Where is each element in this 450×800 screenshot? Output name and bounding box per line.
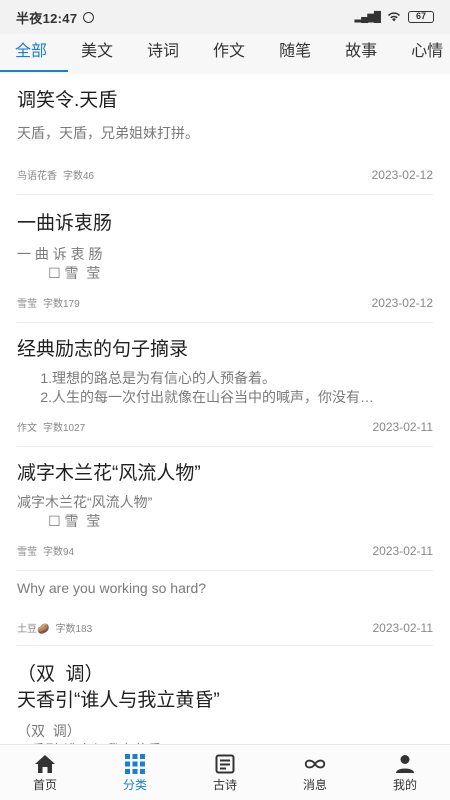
tab-poetry[interactable]: 诗词 <box>130 34 196 74</box>
alarm-icon <box>83 11 95 23</box>
article-word-count: 字数183 <box>55 624 93 635</box>
article-author[interactable]: 作文 <box>17 419 37 434</box>
tab-composition[interactable]: 作文 <box>196 34 262 74</box>
tab-mood[interactable]: 心情 <box>394 34 450 74</box>
article-author[interactable]: 鸟语花香 <box>17 167 57 182</box>
grid-icon <box>123 753 147 775</box>
article-date: 2023-02-11 <box>372 543 434 558</box>
bottom-navigation: 首页 分类 古诗 消息 我的 <box>0 744 450 800</box>
list-item[interactable]: 减字木兰花“风流人物” 减字木兰花“风流人物” ☐ 雪 莹 雪莹 字数94 20… <box>17 447 433 571</box>
article-title: 一曲诉衷肠 <box>17 213 113 234</box>
article-title: 经典励志的句子摘录 <box>17 339 189 360</box>
article-author[interactable]: 土豆🥔 <box>17 620 49 635</box>
wifi-icon <box>386 10 402 25</box>
article-meta: 雪莹 字数179 2023-02-12 <box>17 295 433 322</box>
status-time: 半夜12:47 <box>16 10 78 26</box>
article-excerpt: 一 曲 诉 衷 肠 ☐ 雪 莹 <box>17 246 103 281</box>
tab-all[interactable]: 全部 <box>0 34 69 74</box>
article-word-count: 字数179 <box>43 299 80 310</box>
article-date: 2023-02-11 <box>372 620 434 635</box>
nav-messages[interactable]: 消息 <box>270 745 360 800</box>
nav-label: 古诗 <box>212 778 237 792</box>
article-date: 2023-02-12 <box>371 295 433 310</box>
article-title: 减字木兰花“风流人物” <box>17 463 201 484</box>
article-excerpt: Why are you working so hard? <box>17 580 207 596</box>
nav-label: 消息 <box>302 778 327 792</box>
user-icon <box>393 753 417 775</box>
status-bar: 半夜12:47 ▂▄▆█ 67 <box>0 0 450 34</box>
article-excerpt: 天盾，天盾，兄弟姐妹打拼。 <box>17 125 199 141</box>
article-list: 调笑令.天盾 天盾，天盾，兄弟姐妹打拼。 鸟语花香 字数46 2023-02-1… <box>0 74 450 744</box>
tab-prose[interactable]: 美文 <box>64 34 130 74</box>
article-excerpt: （双 调） 天香引“谁人与我立黄昏” <box>17 723 166 744</box>
list-item[interactable]: 一曲诉衷肠 一 曲 诉 衷 肠 ☐ 雪 莹 雪莹 字数179 2023-02-1… <box>17 195 433 323</box>
article-excerpt: 1.理想的路总是为有信心的人预备着。 2.人生的每一次付出就像在山谷当中的喊声，… <box>40 370 375 405</box>
nav-home[interactable]: 首页 <box>0 745 90 800</box>
list-item[interactable]: 调笑令.天盾 天盾，天盾，兄弟姐妹打拼。 鸟语花香 字数46 2023-02-1… <box>17 74 433 195</box>
article-word-count: 字数1027 <box>43 423 86 434</box>
nav-profile[interactable]: 我的 <box>360 745 450 800</box>
article-author[interactable]: 雪莹 <box>17 543 37 558</box>
infinity-icon <box>303 753 327 775</box>
list-item[interactable]: Why are you working so hard? 土豆🥔 字数183 2… <box>17 571 433 646</box>
article-date: 2023-02-11 <box>372 419 434 434</box>
document-icon <box>213 753 237 775</box>
article-title: 调笑令.天盾 <box>17 90 118 111</box>
list-item[interactable]: 经典励志的句子摘录 1.理想的路总是为有信心的人预备着。 2.人生的每一次付出就… <box>17 323 433 447</box>
nav-label: 我的 <box>392 778 417 792</box>
list-item[interactable]: （双 调） 天香引“谁人与我立黄昏” （双 调） 天香引“谁人与我立黄昏” <box>17 646 433 744</box>
signal-icon: ▂▄▆█ <box>354 11 381 23</box>
article-date: 2023-02-12 <box>371 167 433 182</box>
article-word-count: 字数94 <box>43 547 75 558</box>
status-indicators: ▂▄▆█ 67 <box>354 10 434 25</box>
tab-essay[interactable]: 随笔 <box>262 34 328 74</box>
article-author[interactable]: 雪莹 <box>17 295 37 310</box>
article-meta: 作文 字数1027 2023-02-11 <box>17 419 433 446</box>
article-meta: 雪莹 字数94 2023-02-11 <box>17 543 433 570</box>
nav-category[interactable]: 分类 <box>90 745 180 800</box>
nav-label: 首页 <box>32 778 57 792</box>
article-meta: 鸟语花香 字数46 2023-02-12 <box>17 167 433 194</box>
tab-story[interactable]: 故事 <box>328 34 394 74</box>
battery-icon: 67 <box>408 11 434 23</box>
article-word-count: 字数46 <box>63 171 95 182</box>
article-title: （双 调） 天香引“谁人与我立黄昏” <box>17 664 220 711</box>
category-tab-bar: 全部 美文 诗词 作文 随笔 故事 心情 <box>0 34 450 74</box>
article-excerpt: 减字木兰花“风流人物” ☐ 雪 莹 <box>17 494 153 529</box>
article-meta: 土豆🥔 字数183 2023-02-11 <box>17 620 433 645</box>
home-icon <box>33 753 57 775</box>
nav-label: 分类 <box>122 778 147 792</box>
nav-poems[interactable]: 古诗 <box>180 745 270 800</box>
